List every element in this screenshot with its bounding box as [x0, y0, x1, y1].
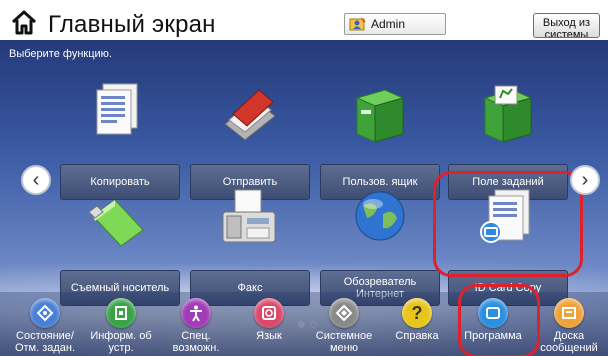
removable-media-tile[interactable]: Съемный носитель — [60, 186, 180, 306]
help-label: Справка — [395, 330, 439, 342]
job-box-icon — [483, 85, 533, 143]
next-page-button[interactable]: › — [570, 165, 600, 195]
user-login-icon — [349, 17, 366, 31]
help-icon: ? — [402, 298, 432, 328]
chevron-right-icon: › — [581, 168, 589, 191]
user-box-tile[interactable]: Пользов. ящик — [320, 80, 440, 200]
system-menu-icon — [329, 298, 359, 328]
status-label: Состояние/ Отм. задан. — [14, 330, 76, 354]
help-button[interactable]: ? Справка — [384, 292, 450, 356]
usb-drive-icon — [88, 199, 144, 247]
user-box-icon — [355, 89, 405, 143]
system-menu-button[interactable]: Системное меню — [311, 292, 377, 356]
message-board-label: Доска сообщений — [540, 330, 598, 354]
chevron-left-icon: ‹ — [32, 168, 40, 191]
copy-icon — [96, 83, 138, 135]
language-button[interactable]: Язык — [236, 292, 302, 356]
language-label: Язык — [256, 330, 282, 342]
language-icon — [254, 298, 284, 328]
device-info-label: Информ. об устр. — [90, 330, 152, 354]
fax-icon — [222, 189, 276, 243]
accessibility-button[interactable]: Спец. возможн. — [163, 292, 229, 356]
system-menu-label: Системное меню — [315, 330, 373, 354]
id-card-copy-highlight — [433, 171, 583, 277]
accessibility-icon — [181, 298, 211, 328]
bottom-bar: Состояние/ Отм. задан. Информ. об устр. … — [0, 284, 608, 356]
send-icon — [224, 89, 276, 141]
fax-tile[interactable]: Факс — [190, 186, 310, 306]
program-highlight — [458, 284, 540, 356]
message-board-button[interactable]: Доска сообщений — [536, 292, 602, 356]
device-info-icon — [106, 298, 136, 328]
copy-tile[interactable]: Копировать — [60, 80, 180, 200]
logout-button[interactable]: Выход из системы — [533, 13, 600, 38]
internet-browser-tile[interactable]: Обозреватель Интернет — [320, 186, 440, 306]
prev-page-button[interactable]: ‹ — [21, 165, 51, 195]
user-name: Admin — [371, 17, 406, 31]
function-prompt: Выберите функцию. — [9, 48, 112, 60]
page-title: Главный экран — [48, 11, 216, 38]
user-indicator: Admin — [344, 13, 446, 35]
status-job-cancel-button[interactable]: Состояние/ Отм. задан. — [12, 292, 78, 356]
globe-icon — [355, 191, 405, 241]
home-icon[interactable] — [10, 8, 38, 36]
send-tile[interactable]: Отправить — [190, 80, 310, 200]
status-icon — [30, 298, 60, 328]
device-info-button[interactable]: Информ. об устр. — [88, 292, 154, 356]
message-board-icon — [554, 298, 584, 328]
accessibility-label: Спец. возможн. — [172, 330, 220, 354]
